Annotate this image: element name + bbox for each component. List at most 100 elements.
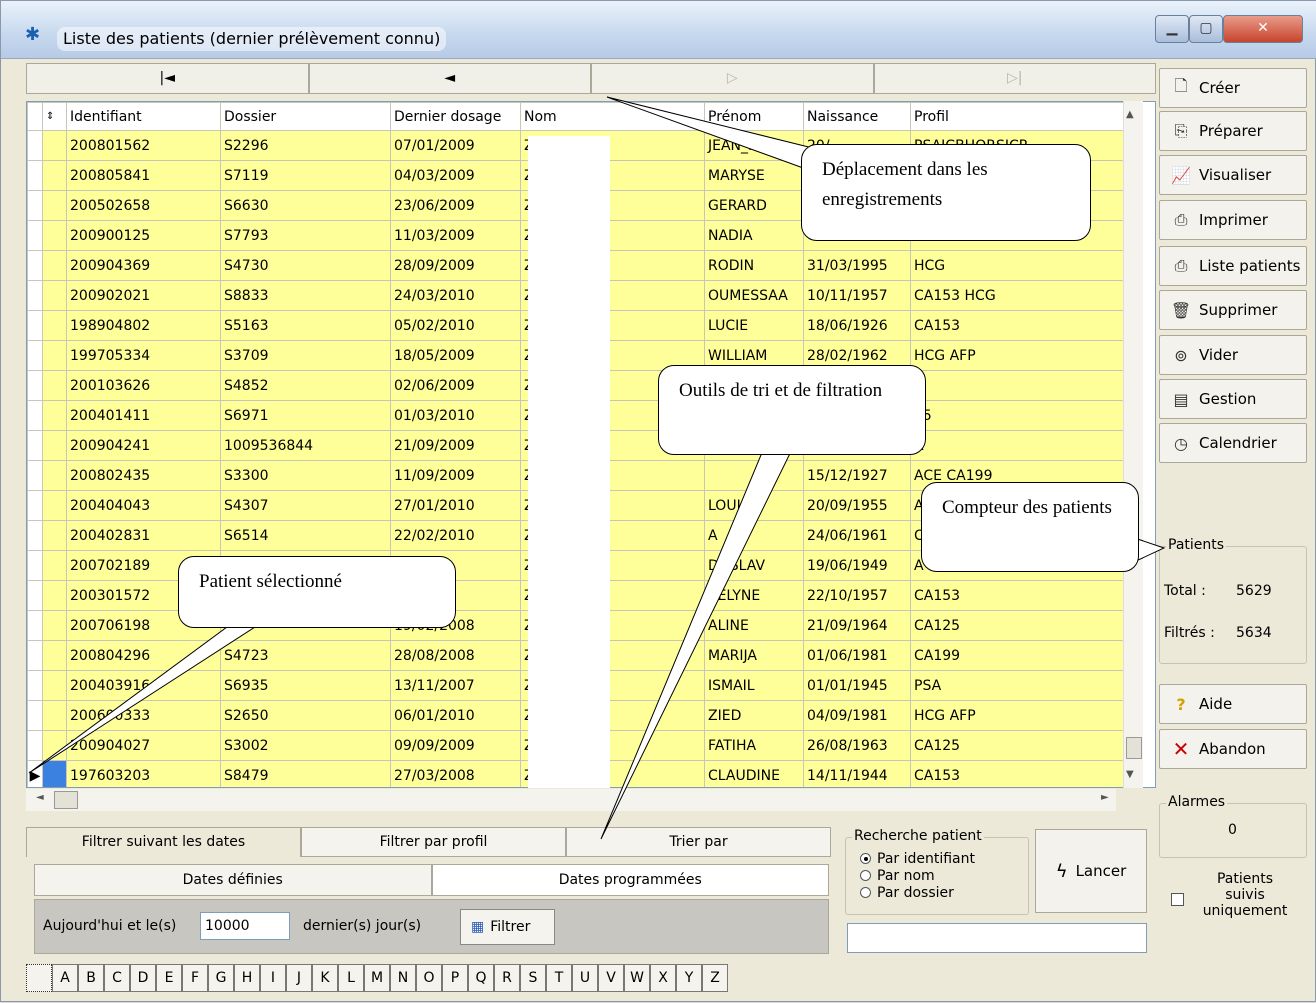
cell-dernier-dosage[interactable]: 07/01/2009 xyxy=(390,130,521,161)
tab-profile[interactable]: Filtrer par profil xyxy=(301,827,566,857)
row-selector[interactable] xyxy=(42,580,67,611)
sort-icon[interactable]: ⇕ xyxy=(42,102,67,131)
cell-dossier[interactable]: S4307 xyxy=(220,490,391,521)
cell-prénom[interactable]: VELYNE xyxy=(704,580,804,611)
letter-z[interactable]: Z xyxy=(702,964,728,992)
row-indicator[interactable] xyxy=(27,550,43,581)
letter-a[interactable]: A xyxy=(52,964,78,992)
row-selector[interactable] xyxy=(42,340,67,371)
horizontal-scrollbar[interactable]: ◄ ► xyxy=(26,789,1116,811)
cell-prénom[interactable]: NADIA xyxy=(704,220,804,251)
letter-j[interactable]: J xyxy=(286,964,312,992)
letter-v[interactable]: V xyxy=(598,964,624,992)
cell-dernier-dosage[interactable]: 04/03/2009 xyxy=(390,160,521,191)
cell-profil[interactable]: A xyxy=(910,430,1141,461)
cell-naissance[interactable]: 15/12/1927 xyxy=(803,460,911,491)
letter-x[interactable]: X xyxy=(650,964,676,992)
cell-profil[interactable]: HCG xyxy=(910,250,1141,281)
row-selector[interactable] xyxy=(42,700,67,731)
cell-dernier-dosage[interactable]: 11/03/2009 xyxy=(390,220,521,251)
cell-prénom[interactable]: OUMESSAA xyxy=(704,280,804,311)
cell-dossier[interactable]: S8833 xyxy=(220,280,391,311)
letter-g[interactable]: G xyxy=(208,964,234,992)
search-input[interactable] xyxy=(847,923,1147,953)
scroll-left-icon[interactable]: ◄ xyxy=(36,792,44,803)
row-indicator[interactable] xyxy=(27,610,43,641)
cell-identifiant[interactable]: 197603203 xyxy=(66,760,221,787)
cell-dernier-dosage[interactable]: 06/01/2010 xyxy=(390,700,521,731)
col-nom[interactable]: Nom xyxy=(520,102,705,131)
cell-prénom[interactable]: ALINE xyxy=(704,610,804,641)
cell-profil[interactable]: HCG AFP xyxy=(910,700,1141,731)
row-selector[interactable] xyxy=(42,550,67,581)
cell-dossier[interactable]: S6514 xyxy=(220,520,391,551)
col-dossier[interactable]: Dossier xyxy=(220,102,391,131)
cell-identifiant[interactable]: 198904802 xyxy=(66,310,221,341)
vider-button[interactable]: ⊚ Vider xyxy=(1159,335,1307,375)
row-selector[interactable] xyxy=(42,490,67,521)
cell-prénom[interactable]: MARIJA xyxy=(704,640,804,671)
row-selector[interactable] xyxy=(42,400,67,431)
col-naissance[interactable]: Naissance xyxy=(803,102,911,131)
row-indicator[interactable] xyxy=(27,580,43,611)
cell-dernier-dosage[interactable]: 28/09/2009 xyxy=(390,250,521,281)
hscroll-thumb[interactable] xyxy=(54,791,78,809)
letter-r[interactable]: R xyxy=(494,964,520,992)
cell-prénom[interactable]: DOSLAV xyxy=(704,550,804,581)
cell-prénom[interactable]: GERARD xyxy=(704,190,804,221)
radio-name[interactable] xyxy=(860,870,871,881)
cancel-button[interactable]: ✕ Abandon xyxy=(1159,729,1307,769)
letter-e[interactable]: E xyxy=(156,964,182,992)
cell-dernier-dosage[interactable]: 23/06/2009 xyxy=(390,190,521,221)
close-button[interactable]: ✕ xyxy=(1223,15,1303,43)
cell-dernier-dosage[interactable]: 21/09/2009 xyxy=(390,430,521,461)
row-indicator[interactable] xyxy=(27,190,43,221)
cell-prénom[interactable] xyxy=(704,460,804,491)
row-indicator[interactable] xyxy=(27,400,43,431)
preparer-button[interactable]: ⎘ Préparer xyxy=(1159,111,1307,151)
vertical-scrollbar[interactable]: ▲ ▼ xyxy=(1123,101,1143,788)
cell-dossier[interactable]: S4852 xyxy=(220,370,391,401)
cell-prénom[interactable]: JEAN_MAR xyxy=(704,130,804,161)
letter-l[interactable]: L xyxy=(338,964,364,992)
row-indicator[interactable] xyxy=(27,250,43,281)
cell-identifiant[interactable]: 200103626 xyxy=(66,370,221,401)
cell-dernier-dosage[interactable]: 27/03/2008 xyxy=(390,760,521,787)
cell-identifiant[interactable]: 200804296 xyxy=(66,640,221,671)
letter-w[interactable]: W xyxy=(624,964,650,992)
cell-prénom[interactable]: LOUIS xyxy=(704,490,804,521)
cell-dossier[interactable]: S8479 xyxy=(220,760,391,787)
imprimer-button[interactable]: ⎙ Imprimer xyxy=(1159,200,1307,240)
launch-button[interactable]: ϟ Lancer xyxy=(1035,829,1147,913)
previous-record-button[interactable]: ◄ xyxy=(308,63,591,94)
minimize-button[interactable]: ▁ xyxy=(1155,15,1189,43)
tab-programmed-dates[interactable]: Dates programmées xyxy=(431,864,829,896)
scroll-right-icon[interactable]: ► xyxy=(1101,792,1109,803)
row-selector[interactable] xyxy=(42,610,67,641)
row-selector[interactable] xyxy=(42,250,67,281)
row-selector[interactable] xyxy=(42,730,67,761)
row-indicator[interactable] xyxy=(27,160,43,191)
letter-h[interactable]: H xyxy=(234,964,260,992)
followed-only-checkbox[interactable]: Patients suivis uniquement xyxy=(1171,871,1311,941)
letter-all[interactable] xyxy=(26,964,52,992)
cell-dossier[interactable]: S2650 xyxy=(220,700,391,731)
gestion-button[interactable]: ▤ Gestion xyxy=(1159,379,1307,419)
cell-dernier-dosage[interactable]: 11/09/2009 xyxy=(390,460,521,491)
col-prenom[interactable]: Prénom xyxy=(704,102,804,131)
cell-identifiant[interactable]: 200904027 xyxy=(66,730,221,761)
cell-identifiant[interactable]: 200502658 xyxy=(66,190,221,221)
row-selector[interactable] xyxy=(42,310,67,341)
creer-button[interactable]: 🗋 Créer xyxy=(1159,68,1307,108)
cell-identifiant[interactable]: 200403916 xyxy=(66,670,221,701)
row-indicator[interactable] xyxy=(27,730,43,761)
first-record-button[interactable]: |◄ xyxy=(26,63,309,94)
search-by-folder[interactable]: Par dossier xyxy=(860,884,975,901)
cell-identifiant[interactable]: 200902021 xyxy=(66,280,221,311)
cell-identifiant[interactable]: 199705334 xyxy=(66,340,221,371)
row-indicator[interactable] xyxy=(27,280,43,311)
cell-identifiant[interactable]: 200802435 xyxy=(66,460,221,491)
row-selector[interactable] xyxy=(42,220,67,251)
cell-dossier[interactable]: S4730 xyxy=(220,250,391,281)
letter-f[interactable]: F xyxy=(182,964,208,992)
